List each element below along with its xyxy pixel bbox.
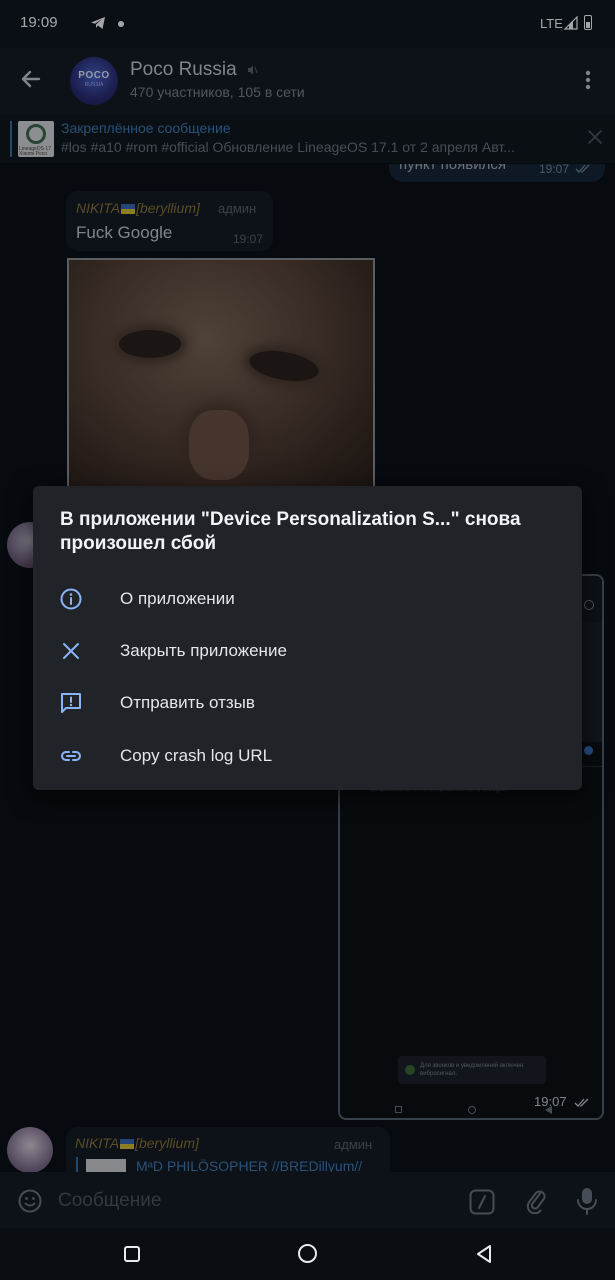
dialog-title: В приложении "Device Personalization S..…: [60, 509, 521, 554]
dialog-item-label: О приложении: [120, 589, 235, 608]
system-nav-bar: [0, 1228, 615, 1280]
recent-apps-icon[interactable]: [124, 1246, 140, 1262]
send-feedback-button[interactable]: Отправить отзыв: [33, 677, 582, 729]
dialog-item-label: Закрыть приложение: [120, 641, 287, 660]
back-icon[interactable]: [475, 1244, 493, 1264]
dialog-item-label: Copy crash log URL: [120, 746, 273, 765]
link-icon: [61, 751, 81, 761]
crash-dialog: В приложении "Device Personalization S..…: [33, 486, 582, 790]
dialog-item-label: Отправить отзыв: [120, 693, 255, 712]
info-icon: [60, 588, 82, 610]
copy-crash-log-button[interactable]: Copy crash log URL: [33, 730, 582, 782]
close-icon: [63, 643, 79, 659]
feedback-icon: [61, 693, 81, 713]
close-app-button[interactable]: Закрыть приложение: [33, 625, 582, 677]
app-info-button[interactable]: О приложении: [33, 573, 582, 625]
home-icon[interactable]: [298, 1244, 317, 1263]
